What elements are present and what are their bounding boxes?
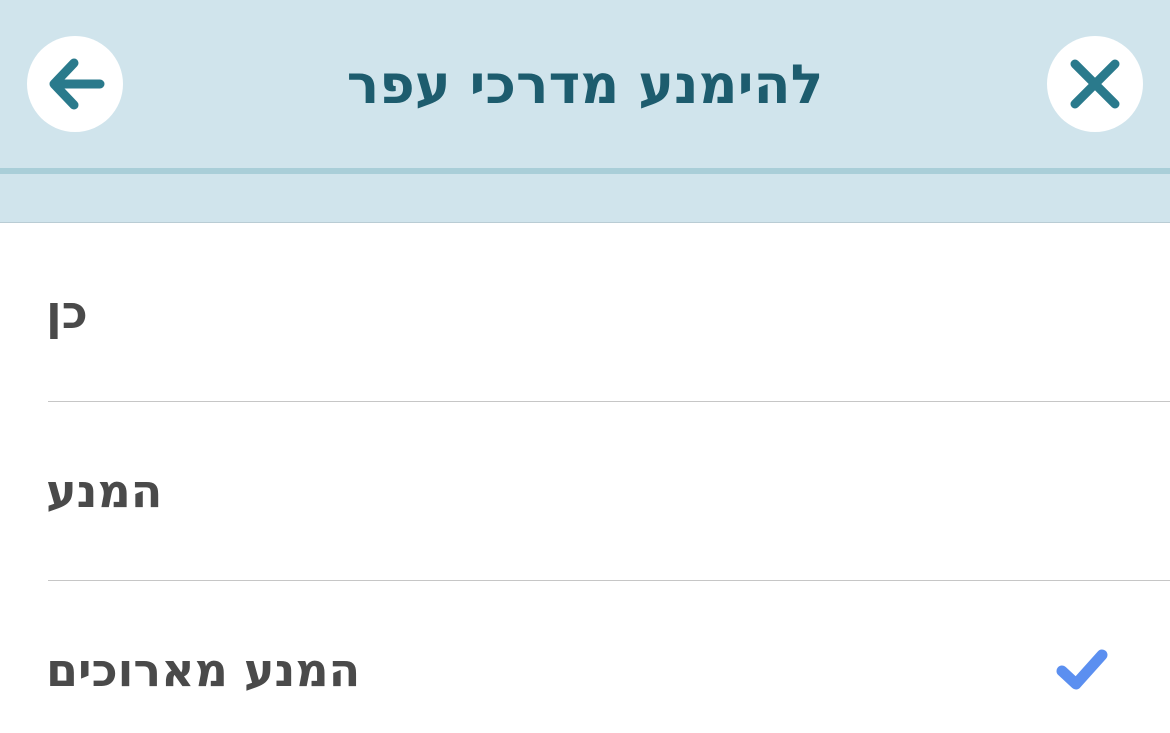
close-button[interactable] — [1047, 36, 1143, 132]
header-subbar — [0, 174, 1170, 223]
back-button[interactable] — [27, 36, 123, 132]
option-row-avoid[interactable]: המנע — [0, 402, 1170, 581]
page-title: להימנע מדרכי עפר — [346, 53, 824, 116]
close-icon — [1070, 59, 1120, 109]
arrow-left-icon — [49, 58, 105, 110]
checkmark-icon — [1056, 649, 1108, 690]
option-row-yes[interactable]: כן — [0, 223, 1170, 402]
option-label: המנע — [46, 464, 163, 518]
option-label: המנע מארוכים — [46, 643, 361, 697]
options-list: כן המנע המנע מארוכים — [0, 223, 1170, 733]
app-window: להימנע מדרכי עפר כן המנע המנע מארוכים — [0, 0, 1170, 733]
top-header: להימנע מדרכי עפר — [0, 0, 1170, 168]
option-label: כן — [46, 285, 88, 339]
option-row-avoid-long[interactable]: המנע מארוכים — [0, 581, 1170, 733]
